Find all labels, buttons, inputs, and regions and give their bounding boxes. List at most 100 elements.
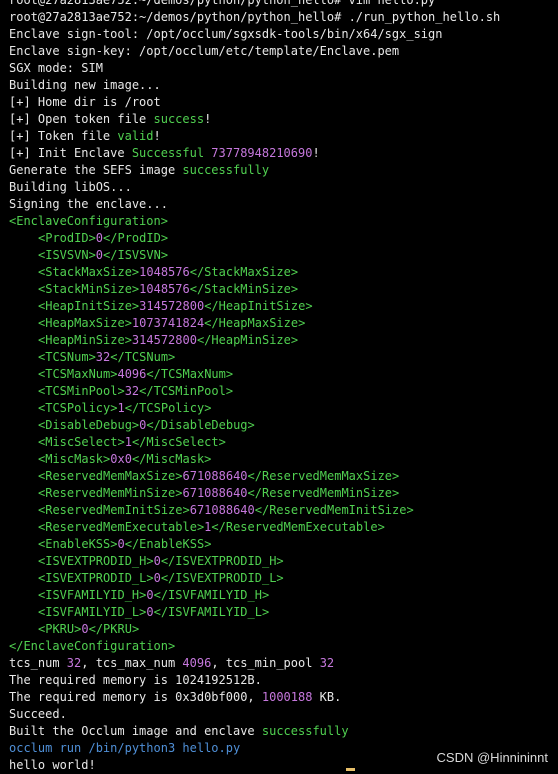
config-value: 4096 (117, 367, 147, 381)
tcs-max-num-value: 4096 (182, 656, 212, 670)
config-close-tag: </PKRU> (88, 622, 140, 636)
config-open-tag: <TCSNum> (38, 350, 96, 364)
config-value: 0 (146, 605, 154, 619)
output-open-token: [+] Open token file success! (9, 111, 558, 128)
sefs-image-status: successfully (182, 163, 270, 177)
config-open-tag: <DisableDebug> (38, 418, 140, 432)
token-file-text: [+] Token file (9, 129, 118, 143)
enclave-config-entry: <PKRU>0</PKRU> (9, 621, 558, 638)
config-close-tag: </ReservedMemInitSize> (254, 503, 414, 517)
enclave-config-entry: <HeapInitSize>314572800</HeapInitSize> (9, 298, 558, 315)
config-open-tag: <HeapInitSize> (38, 299, 140, 313)
config-value: 0 (153, 554, 161, 568)
enclave-config-entry: <ISVFAMILYID_H>0</ISVFAMILYID_H> (9, 587, 558, 604)
config-open-tag: <TCSMinPool> (38, 384, 125, 398)
config-open-tag: <TCSPolicy> (38, 401, 118, 415)
shell-command: ./run_python_hello.sh (341, 10, 501, 24)
config-close-tag: </StackMinSize> (189, 282, 299, 296)
config-value: 1073741824 (131, 316, 205, 330)
tcs-max-num-label: , tcs_max_num (81, 656, 183, 670)
tcs-min-pool-value: 32 (319, 656, 335, 670)
config-close-tag: </DisableDebug> (146, 418, 255, 432)
enclave-config-entry: <ISVEXTPRODID_L>0</ISVEXTPRODID_L> (9, 570, 558, 587)
config-close-tag: </ReservedMemMinSize> (247, 486, 400, 500)
enclave-config-entry: <MiscSelect>1</MiscSelect> (9, 434, 558, 451)
config-open-tag: <ISVFAMILYID_L> (38, 605, 147, 619)
config-value: 0 (146, 588, 154, 602)
tcs-min-pool-label: , tcs_min_pool (211, 656, 320, 670)
open-token-text: [+] Open token file (9, 112, 154, 126)
config-open-tag: <ReservedMemMinSize> (38, 486, 183, 500)
config-open-tag: <ISVSVN> (38, 248, 96, 262)
config-close-tag: </ISVFAMILYID_H> (153, 588, 270, 602)
enclave-config-entry: <StackMinSize>1048576</StackMinSize> (9, 281, 558, 298)
open-token-status: success (153, 112, 205, 126)
output-building-image: Building new image... (9, 78, 161, 92)
output-required-memory-kb: The required memory is 0x3d0bf000, 10001… (9, 689, 558, 706)
built-occlum-text: Built the Occlum image and enclave (9, 724, 262, 738)
config-close-tag: </ReservedMemExecutable> (211, 520, 385, 534)
required-memory-hex: The required memory is 0x3d0bf000, (9, 690, 262, 704)
enclave-config-open-tag: <EnclaveConfiguration> (9, 214, 168, 228)
required-memory-kb-unit: KB. (312, 690, 342, 704)
enclave-config-entry: <EnableKSS>0</EnableKSS> (9, 536, 558, 553)
config-value: 0 (95, 248, 104, 262)
tcs-num-label: tcs_num (9, 656, 67, 670)
config-open-tag: <ISVEXTPRODID_L> (38, 571, 154, 585)
config-open-tag: <TCSMaxNum> (38, 367, 118, 381)
config-close-tag: </MiscMask> (131, 452, 212, 466)
config-open-tag: <HeapMaxSize> (38, 316, 132, 330)
sefs-image-text: Generate the SEFS image (9, 163, 183, 177)
enclave-config-entry: <ISVSVN>0</ISVSVN> (9, 247, 558, 264)
config-value: 671088640 (182, 469, 248, 483)
config-open-tag: <HeapMinSize> (38, 333, 132, 347)
config-close-tag: </TCSPolicy> (124, 401, 212, 415)
config-open-tag: <ISVFAMILYID_H> (38, 588, 147, 602)
enclave-config-entry: <ReservedMemExecutable>1</ReservedMemExe… (9, 519, 558, 536)
enclave-config-entry: <ISVFAMILYID_L>0</ISVFAMILYID_L> (9, 604, 558, 621)
config-open-tag: <StackMinSize> (38, 282, 140, 296)
config-close-tag: </HeapMaxSize> (204, 316, 306, 330)
config-value: 32 (95, 350, 111, 364)
enclave-config-close-tag: </EnclaveConfiguration> (9, 639, 176, 653)
terminal-output[interactable]: root@27a2813ae752:~/demos/python/python_… (9, 0, 558, 774)
config-open-tag: <ReservedMemMaxSize> (38, 469, 183, 483)
config-close-tag: </HeapMinSize> (196, 333, 299, 347)
config-value: 314572800 (131, 333, 197, 347)
enclave-config-entry: <TCSMinPool>32</TCSMinPool> (9, 383, 558, 400)
config-value: 0 (117, 537, 125, 551)
config-open-tag: <ISVEXTPRODID_H> (38, 554, 154, 568)
enclave-config-list: <ProdID>0</ProdID> <ISVSVN>0</ISVSVN> <Sta… (9, 230, 558, 638)
token-file-status: valid (117, 129, 154, 143)
output-succeed: Succeed. (9, 707, 67, 721)
output-home-dir: [+] Home dir is /root (9, 95, 161, 109)
config-value: 671088640 (189, 503, 255, 517)
config-value: 0 (81, 622, 89, 636)
open-token-suffix: ! (204, 112, 212, 126)
config-open-tag: <ReservedMemExecutable> (38, 520, 205, 534)
init-enclave-suffix: ! (312, 146, 320, 160)
config-value: 0 (153, 571, 161, 585)
tcs-num-value: 32 (66, 656, 82, 670)
enclave-config-entry: <TCSMaxNum>4096</TCSMaxNum> (9, 366, 558, 383)
config-close-tag: </ISVEXTPRODID_H> (160, 554, 284, 568)
enclave-config-entry: <HeapMaxSize>1073741824</HeapMaxSize> (9, 315, 558, 332)
init-enclave-text: [+] Init Enclave (9, 146, 132, 160)
config-value: 0x0 (110, 452, 132, 466)
output-init-enclave: [+] Init Enclave Successful 737789482106… (9, 145, 558, 162)
output-sign-tool: Enclave sign-tool: /opt/occlum/sgxsdk-to… (9, 27, 443, 41)
enclave-config-entry: <TCSNum>32</TCSNum> (9, 349, 558, 366)
config-close-tag: </MiscSelect> (131, 435, 226, 449)
config-open-tag: <MiscSelect> (38, 435, 125, 449)
enclave-config-entry: <StackMaxSize>1048576</StackMaxSize> (9, 264, 558, 281)
config-close-tag: </ReservedMemMaxSize> (247, 469, 400, 483)
previous-command-line: root@27a2813ae752:~/demos/python/python_… (9, 0, 436, 7)
config-value: 32 (124, 384, 140, 398)
config-open-tag: <ProdID> (38, 231, 96, 245)
enclave-config-entry: <ISVEXTPRODID_H>0</ISVEXTPRODID_H> (9, 553, 558, 570)
output-built-occlum: Built the Occlum image and enclave succe… (9, 723, 558, 740)
config-close-tag: </HeapInitSize> (204, 299, 313, 313)
init-enclave-status: Successful (131, 146, 205, 160)
init-enclave-id: 73778948210690 (204, 146, 313, 160)
config-close-tag: </StackMaxSize> (189, 265, 299, 279)
